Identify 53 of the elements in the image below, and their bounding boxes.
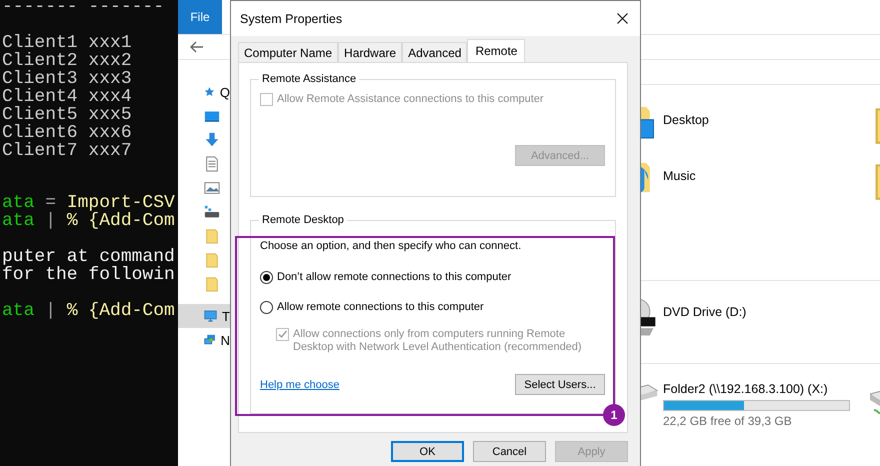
folder-icon (204, 228, 220, 244)
checkbox-label: Allow connections only from computers running Remote Desktop with Network Level Authentication (recommended) (293, 328, 583, 354)
folder-icon (204, 252, 220, 268)
terminal-line: Client1 xxx1 (2, 35, 133, 53)
terminal-line: ata | % {Add-Com (2, 303, 176, 321)
sidebar-label: T (222, 308, 230, 324)
radio-label: Allow remote connections to this computer (277, 301, 484, 313)
folder-icon (204, 276, 220, 292)
tab[interactable]: Advanced (402, 42, 468, 62)
terminal-line: ata | % {Add-Com (2, 213, 176, 231)
terminal-line: Client4 xxx4 (2, 89, 133, 107)
folder-name[interactable]: Music (663, 161, 696, 209)
tab[interactable]: Remote (467, 39, 526, 62)
radio-button[interactable] (260, 300, 273, 314)
terminal-line: ------- ------- (2, 0, 166, 17)
close-icon[interactable] (617, 13, 628, 24)
terminal-line: Client6 xxx6 (2, 125, 133, 143)
sidebar-item[interactable]: N (178, 328, 230, 352)
help-link[interactable]: Help me choose (260, 378, 340, 390)
drive-name[interactable]: Folder2 (\\192.168.3.100) (X:) (663, 374, 850, 396)
radio-button[interactable] (260, 270, 273, 284)
pictures-icon (204, 180, 220, 196)
terminal-line: Client3 xxx3 (2, 71, 133, 89)
download-icon (204, 132, 220, 148)
sidebar-label: N (220, 332, 230, 348)
sidebar-item[interactable]: T (178, 304, 230, 328)
terminal-line: Client7 xxx7 (2, 143, 133, 161)
terminal-line: Client2 xxx2 (2, 53, 133, 71)
window-title: System Properties (240, 12, 342, 26)
instruction-text: Choose an option, and then specify who can connect. (260, 240, 522, 252)
button[interactable]: OK (391, 441, 464, 462)
radio-label: Don’t allow remote connections to this computer (277, 271, 512, 283)
drive-free-space: 22,2 GB free of 39,3 GB (663, 414, 793, 428)
terminal-line: Client5 xxx5 (2, 107, 133, 125)
back-arrow-icon[interactable] (190, 41, 204, 53)
group-title: Remote Assistance (261, 73, 358, 85)
terminal-line: ata = Import-CSV (2, 195, 176, 213)
folder-name[interactable]: Desktop (663, 105, 709, 153)
sidebar-label: Q (220, 84, 230, 100)
checkbox-label: Allow Remote Assistance connections to this computer (277, 93, 544, 105)
drive-name[interactable]: DVD Drive (D:) (663, 297, 746, 319)
button[interactable]: Cancel (473, 441, 546, 462)
sidebar-item[interactable]: Q (178, 80, 230, 104)
monitor-icon (204, 308, 218, 324)
group-title: Remote Desktop (261, 214, 345, 226)
file-tab[interactable]: File (178, 0, 222, 34)
tab[interactable]: Hardware (338, 42, 402, 62)
netdrive-icon (204, 204, 220, 220)
select-users-button[interactable]: Select Users... (515, 374, 605, 395)
tab[interactable]: Computer Name (238, 42, 338, 62)
terminal-line: for the followin (2, 267, 176, 285)
document-icon (204, 156, 220, 172)
terminal-line: puter at command (2, 249, 176, 267)
